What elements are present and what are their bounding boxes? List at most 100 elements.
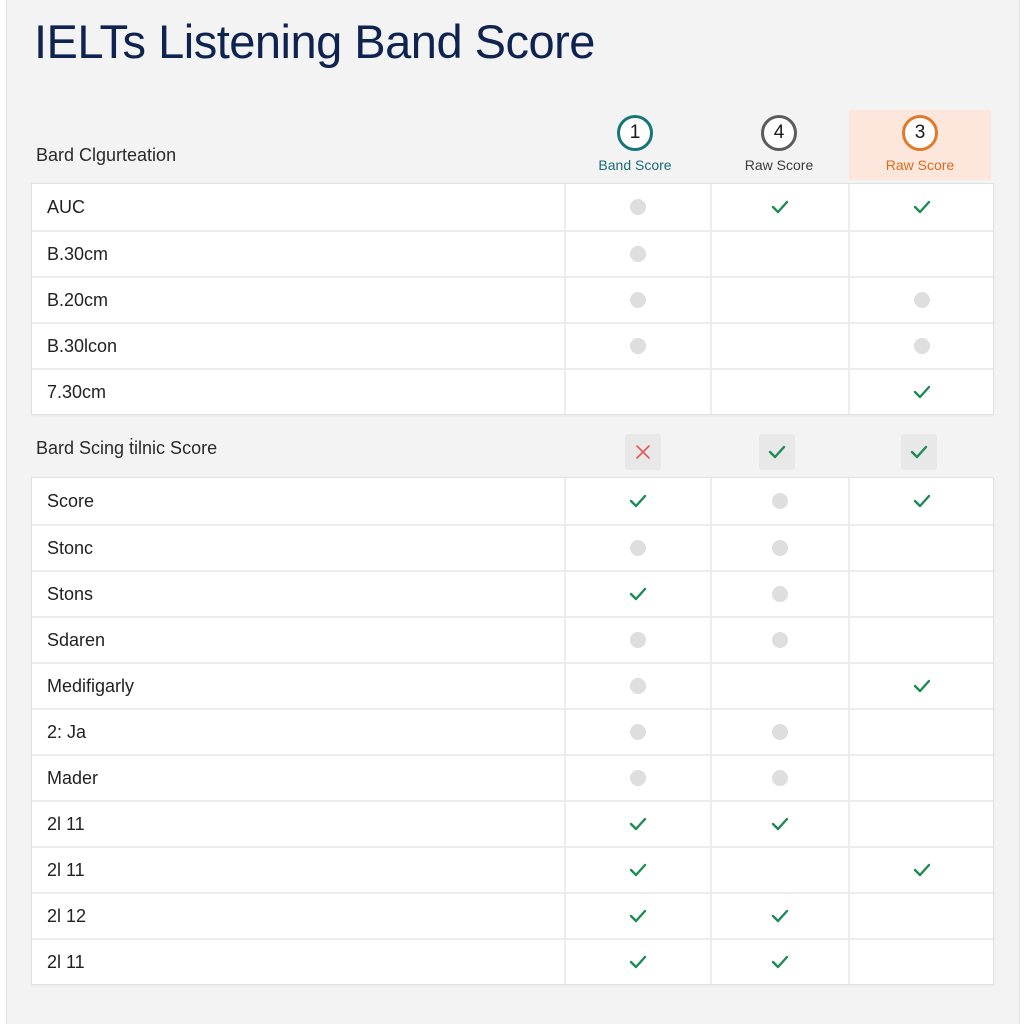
column-number-badge: 4 [761, 115, 797, 151]
table-cell-col-2[interactable] [712, 278, 850, 322]
table-cell-col-3[interactable] [850, 324, 993, 368]
dot-icon [630, 199, 646, 215]
check-icon [913, 494, 930, 508]
table-cell-col-3[interactable] [850, 618, 993, 662]
table-row[interactable]: B.30cm [32, 230, 993, 276]
table-cell-col-1[interactable] [566, 278, 712, 322]
table-row[interactable]: 7.30cm [32, 368, 993, 414]
table-cell-col-2[interactable] [712, 324, 850, 368]
table-cell-col-2[interactable] [712, 756, 850, 800]
table-cell-col-1[interactable] [566, 572, 712, 616]
table-cell-col-2[interactable] [712, 710, 850, 754]
page: IELTs Listening Band Score 1 Band Score … [6, 0, 1020, 1024]
table-cell-col-1[interactable] [566, 618, 712, 662]
table-cell-col-2[interactable] [712, 478, 850, 524]
table-row[interactable]: Mader [32, 754, 993, 800]
table-cell-col-3[interactable] [850, 802, 993, 846]
table-cell-col-2[interactable] [712, 184, 850, 230]
table-row[interactable]: Score [32, 478, 993, 524]
table-row[interactable]: 2l 11 [32, 938, 993, 984]
dot-icon [630, 678, 646, 694]
table-cell-col-2[interactable] [712, 572, 850, 616]
dot-icon [772, 770, 788, 786]
table-cell-col-3[interactable] [850, 184, 993, 230]
table-cell-col-2[interactable] [712, 802, 850, 846]
column-header-raw-score[interactable]: 4 Raw Score [709, 110, 849, 180]
table-cell-col-2[interactable] [712, 526, 850, 570]
table-cell-col-3[interactable] [850, 756, 993, 800]
table-cell-col-1[interactable] [566, 232, 712, 276]
row-label: 2l 11 [32, 940, 566, 984]
table-cell-col-2[interactable] [712, 664, 850, 708]
check-icon [629, 955, 647, 969]
table-cell-col-1[interactable] [566, 370, 712, 414]
column-header-raw-score-highlighted[interactable]: 3 Raw Score [849, 110, 991, 180]
dot-icon [630, 770, 646, 786]
check-icon [771, 955, 789, 969]
table-cell-col-3[interactable] [850, 232, 993, 276]
table-cell-col-1[interactable] [566, 526, 712, 570]
table-row[interactable]: Stonc [32, 524, 993, 570]
table-cell-col-3[interactable] [850, 710, 993, 754]
table-cell-col-1[interactable] [566, 894, 712, 938]
row-label: B.20cm [32, 278, 566, 322]
table-row[interactable]: AUC [32, 184, 993, 230]
table-cell-col-3[interactable] [850, 278, 993, 322]
table-cell-col-1[interactable] [566, 664, 712, 708]
table-row[interactable]: B.20cm [32, 276, 993, 322]
row-label: Medifigarly [32, 664, 566, 708]
table-row[interactable]: B.30lcon [32, 322, 993, 368]
table-cell-col-3[interactable] [850, 478, 993, 524]
table-cell-col-1[interactable] [566, 848, 712, 892]
dot-icon [630, 246, 646, 262]
table-cell-col-2[interactable] [712, 848, 850, 892]
table-row[interactable]: Stons [32, 570, 993, 616]
table-row[interactable]: 2: Ja [32, 708, 993, 754]
check-icon [629, 587, 647, 601]
table-cell-col-1[interactable] [566, 184, 712, 230]
table-cell-col-1[interactable] [566, 710, 712, 754]
table-cell-col-3[interactable] [850, 370, 993, 414]
table-cell-col-1[interactable] [566, 802, 712, 846]
row-label: B.30lcon [32, 324, 566, 368]
section-2-header-mark-col-2[interactable] [759, 434, 795, 470]
table-cell-col-1[interactable] [566, 324, 712, 368]
section-1-label: Bard Clgurteation [36, 145, 177, 165]
row-label: AUC [32, 184, 566, 230]
table-row[interactable]: 2l 11 [32, 846, 993, 892]
table-row[interactable]: 2l 12 [32, 892, 993, 938]
section-2-header-mark-col-3[interactable] [901, 434, 937, 470]
table-cell-col-1[interactable] [566, 478, 712, 524]
row-label: 2l 12 [32, 894, 566, 938]
row-label: B.30cm [32, 232, 566, 276]
dot-icon [630, 724, 646, 740]
row-label: Score [32, 478, 566, 524]
table-cell-col-3[interactable] [850, 894, 993, 938]
dot-icon [772, 540, 788, 556]
table-cell-col-1[interactable] [566, 756, 712, 800]
column-label: Raw Score [744, 157, 814, 173]
dot-icon [630, 338, 646, 354]
table-cell-col-2[interactable] [712, 940, 850, 984]
table-cell-col-3[interactable] [850, 848, 993, 892]
table-cell-col-2[interactable] [712, 370, 850, 414]
row-label: Stons [32, 572, 566, 616]
table-cell-col-3[interactable] [850, 664, 993, 708]
row-label: 7.30cm [32, 370, 566, 414]
table-row[interactable]: 2l 11 [32, 800, 993, 846]
table-cell-col-2[interactable] [712, 232, 850, 276]
table-cell-col-3[interactable] [850, 572, 993, 616]
dot-icon [630, 292, 646, 308]
table-cell-col-2[interactable] [712, 618, 850, 662]
column-header-band-score[interactable]: 1 Band Score [565, 110, 705, 180]
table-cell-col-1[interactable] [566, 940, 712, 984]
table-row[interactable]: Sdaren [32, 616, 993, 662]
table-cell-col-3[interactable] [850, 940, 993, 984]
table-cell-col-2[interactable] [712, 894, 850, 938]
section-2-header-mark-col-1[interactable] [625, 434, 661, 470]
dot-icon [772, 586, 788, 602]
row-label: Stonc [32, 526, 566, 570]
table-row[interactable]: Medifigarly [32, 662, 993, 708]
table-cell-col-3[interactable] [850, 526, 993, 570]
dot-icon [772, 724, 788, 740]
